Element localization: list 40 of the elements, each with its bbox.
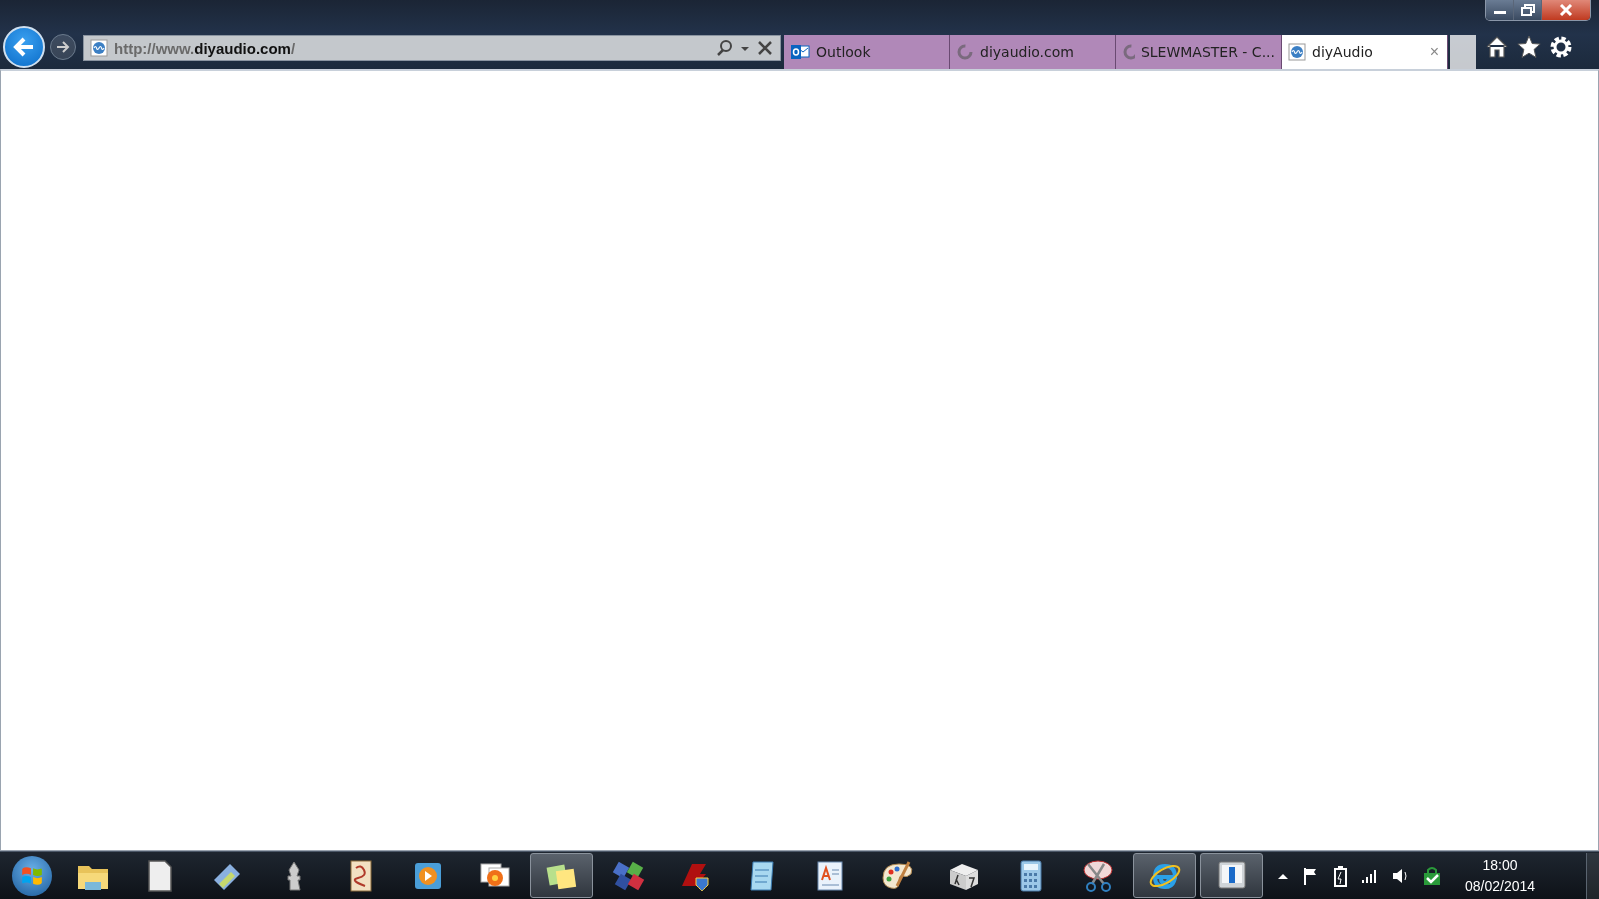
settings-icon[interactable] [1548,34,1574,60]
shield-check-icon[interactable] [1421,864,1443,887]
back-button[interactable] [3,26,45,68]
address-field[interactable]: http://www.diyaudio.com/ [83,35,781,61]
arrow-right-icon [56,41,70,53]
restore-icon [1520,4,1535,16]
close-icon[interactable] [756,39,774,57]
tab-title: Outlook [816,44,872,60]
clock-time: 18:00 [1482,855,1518,875]
windows-logo-icon [12,855,52,896]
signal-icon[interactable] [1361,867,1379,884]
forward-button[interactable] [50,34,76,60]
loading-icon [1122,43,1135,61]
star-icon[interactable] [1516,34,1542,60]
mail-icon [790,43,810,61]
browser-tab[interactable]: SLEWMASTER - C... [1116,35,1282,69]
tab-title: SLEWMASTER - C... [1140,44,1275,60]
arrow-left-icon [13,37,35,57]
taskbar-button[interactable] [1200,853,1263,898]
restore-button[interactable] [1514,0,1542,20]
wave-icon [1288,43,1306,61]
browser-tab[interactable]: diyaudio.com [950,35,1116,69]
clock-date: 08/02/2014 [1465,876,1536,896]
battery-icon[interactable] [1333,864,1349,887]
browser-tab[interactable]: Outlook [784,35,950,69]
show-desktop-button[interactable] [1586,852,1599,899]
tab-title: diyAudio [1312,44,1374,60]
close-button[interactable] [1542,0,1590,20]
clock[interactable]: 18:00 08/02/2014 [1465,854,1536,897]
browser-tab[interactable]: diyAudio × [1282,35,1448,69]
close-tab-button[interactable]: × [1427,43,1441,61]
wave-icon [90,39,108,57]
loading-icon [956,43,974,61]
minimize-button[interactable] [1486,0,1514,20]
close-icon [1559,4,1573,16]
taskbar-button[interactable] [1133,853,1196,898]
search-icon[interactable] [716,39,734,57]
home-icon[interactable] [1484,34,1510,60]
tab-title: diyaudio.com [980,44,1075,60]
taskbar-button[interactable] [530,853,593,898]
